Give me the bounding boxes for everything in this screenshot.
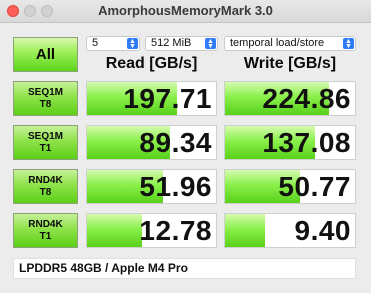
test-label-line1: RND4K xyxy=(28,174,63,186)
updown-arrow-icon: ▲ ▼ xyxy=(343,38,354,50)
title-bar: AmorphousMemoryMark 3.0 xyxy=(0,0,371,23)
test-mode-select[interactable]: temporal load/store ▲ ▼ xyxy=(224,36,356,51)
test-button-rnd4k-t1[interactable]: RND4K T1 xyxy=(13,213,78,248)
read-result-seq1m-t8: 197.71 xyxy=(86,81,217,116)
test-label-line1: RND4K xyxy=(28,218,63,230)
test-count-value: 5 xyxy=(92,37,99,49)
test-label-line2: T1 xyxy=(39,230,52,242)
test-button-seq1m-t1[interactable]: SEQ1M T1 xyxy=(13,125,78,160)
write-result-seq1m-t1: 137.08 xyxy=(224,125,356,160)
read-column-header: Read [GB/s] xyxy=(105,55,198,72)
write-result-rnd4k-t8: 50.77 xyxy=(224,169,356,204)
write-value: 137.08 xyxy=(262,127,351,158)
read-value: 197.71 xyxy=(123,83,212,114)
test-label-line2: T8 xyxy=(39,98,52,110)
read-value: 12.78 xyxy=(139,215,212,246)
test-button-rnd4k-t8[interactable]: RND4K T8 xyxy=(13,169,78,204)
test-label-line1: SEQ1M xyxy=(27,86,63,98)
read-result-seq1m-t1: 89.34 xyxy=(86,125,217,160)
write-column-header: Write [GB/s] xyxy=(243,55,337,72)
system-info-field[interactable]: LPDDR5 48GB / Apple M4 Pro xyxy=(13,258,356,279)
window-title: AmorphousMemoryMark 3.0 xyxy=(98,3,273,18)
write-bar xyxy=(225,214,266,247)
read-result-rnd4k-t1: 12.78 xyxy=(86,213,217,248)
updown-arrow-icon: ▲ ▼ xyxy=(205,38,216,50)
write-value: 9.40 xyxy=(294,215,351,246)
test-button-seq1m-t8[interactable]: SEQ1M T8 xyxy=(13,81,78,116)
write-value: 224.86 xyxy=(262,83,351,114)
updown-arrow-icon: ▲ ▼ xyxy=(127,38,138,50)
write-result-rnd4k-t1: 9.40 xyxy=(224,213,356,248)
run-all-button[interactable]: All xyxy=(13,37,78,72)
test-mode-value: temporal load/store xyxy=(230,37,325,49)
test-size-select[interactable]: 512 MiB ▲ ▼ xyxy=(145,36,218,51)
read-bar xyxy=(87,214,143,247)
write-result-seq1m-t8: 224.86 xyxy=(224,81,356,116)
read-value: 89.34 xyxy=(139,127,212,158)
test-label-line1: SEQ1M xyxy=(27,130,63,142)
read-value: 51.96 xyxy=(139,171,212,202)
write-value: 50.77 xyxy=(278,171,351,202)
test-count-select[interactable]: 5 ▲ ▼ xyxy=(86,36,140,51)
test-label-line2: T8 xyxy=(39,186,52,198)
read-result-rnd4k-t8: 51.96 xyxy=(86,169,217,204)
test-label-line2: T1 xyxy=(39,142,52,154)
test-size-value: 512 MiB xyxy=(151,37,192,49)
